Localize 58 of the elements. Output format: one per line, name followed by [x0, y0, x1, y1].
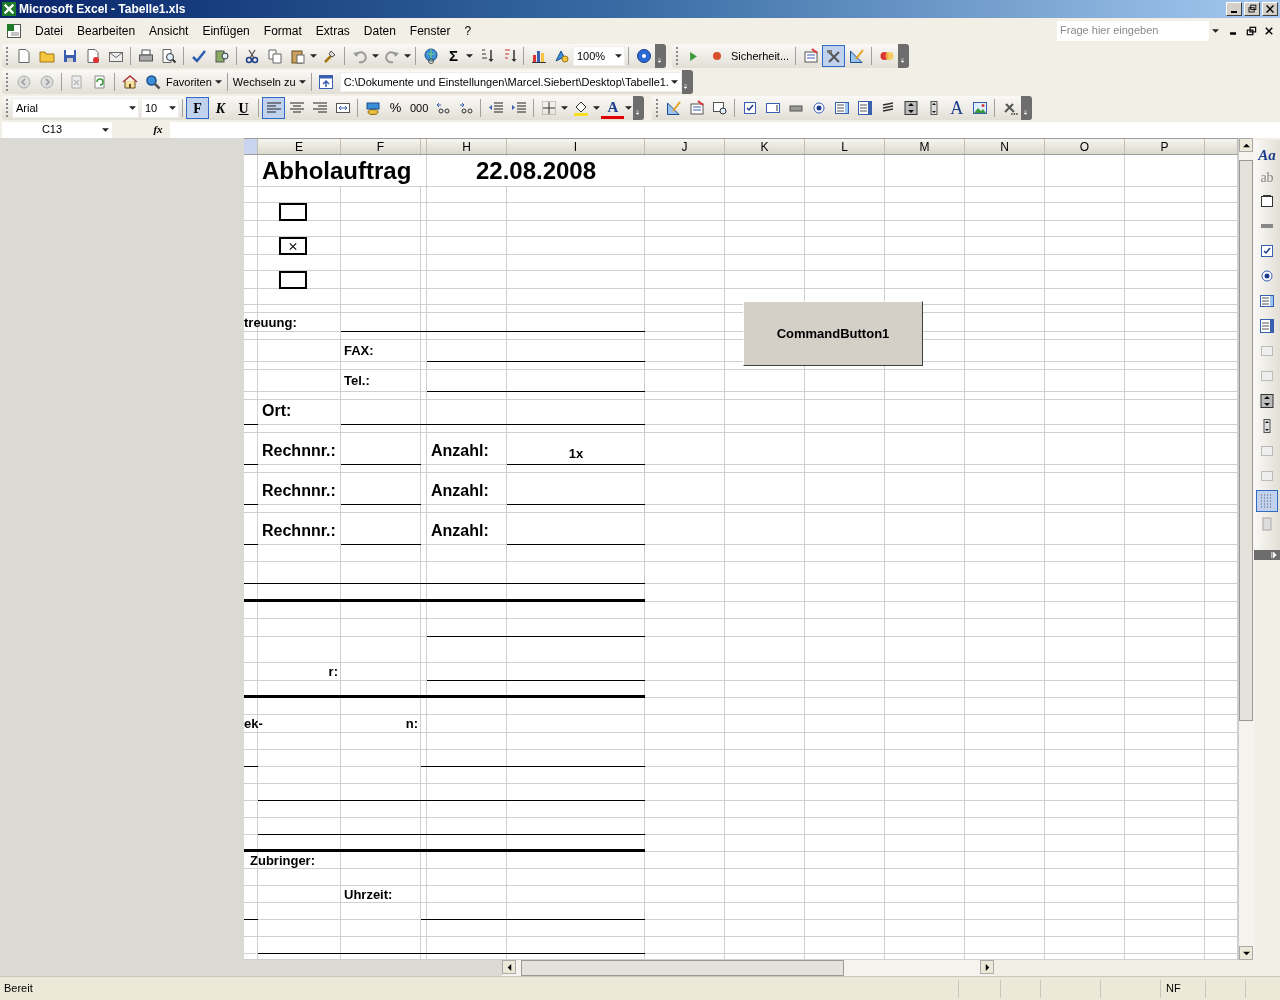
num-lock-indicator: NF	[1166, 981, 1181, 997]
zoom-combo[interactable]: 100%	[573, 46, 625, 66]
help-search-field[interactable]: Frage hier eingeben	[1057, 22, 1209, 39]
window-title: Microsoft Excel - Tabelle1.xls	[19, 1, 187, 18]
menu-item[interactable]: Fenster	[402, 20, 458, 41]
menu-item[interactable]: Datei	[28, 20, 70, 41]
menu-item[interactable]: Extras	[308, 20, 357, 41]
cell-label: Uhrzeit:	[343, 885, 394, 904]
cell-label: Tel.:	[343, 371, 371, 390]
address-combo[interactable]: C:\Dokumente und Einstellungen\Marcel.Siebert\Desktop\Tabelle1.	[339, 72, 682, 92]
menu-item[interactable]: ?	[457, 20, 479, 41]
cell-label: ek-	[244, 715, 264, 734]
italic-button[interactable]: K	[209, 97, 232, 119]
column-header[interactable]: L	[805, 139, 885, 154]
column-header[interactable]: O	[1045, 139, 1125, 154]
cell-label: Anzahl:	[430, 481, 490, 501]
bold-button[interactable]: F	[186, 97, 209, 119]
cell-label: Rechnnr.:	[261, 441, 337, 461]
cell-label: FAX:	[343, 341, 375, 360]
menu-item[interactable]: Ansicht	[142, 20, 196, 41]
cell-label: Rechnnr.:	[261, 481, 337, 501]
column-header[interactable]: M	[885, 139, 965, 154]
label-control-button[interactable]: A	[945, 97, 969, 119]
menu-item[interactable]: Format	[256, 20, 309, 41]
label-style-button[interactable]: Aa	[1258, 144, 1276, 164]
font-size-combo[interactable]: 10	[141, 98, 179, 118]
status-text: Bereit	[3, 981, 34, 997]
menu-item[interactable]: Bearbeiten	[70, 20, 143, 41]
insert-function-button[interactable]: fx	[150, 121, 166, 138]
switch-to-menu[interactable]: Wechseln zu	[230, 71, 308, 93]
column-header[interactable]: H	[427, 139, 507, 154]
column-header[interactable]: K	[725, 139, 805, 154]
thousands-button[interactable]: 000	[407, 97, 432, 119]
cell-label: n:	[404, 715, 419, 734]
underline-button[interactable]: U	[232, 97, 255, 119]
cell-label: Anzahl:	[430, 441, 490, 461]
autosum-button[interactable]: Σ	[442, 45, 465, 67]
menu-item[interactable]: Daten	[356, 20, 403, 41]
column-header[interactable]: F	[341, 139, 421, 154]
cell-label: 1x	[567, 444, 585, 463]
menu-item[interactable]: Einfügen	[195, 20, 257, 41]
favorites-menu[interactable]: Favoriten	[164, 71, 224, 93]
security-button[interactable]: Sicherheit...	[728, 45, 793, 67]
column-header[interactable]: E	[258, 139, 341, 154]
column-header[interactable]: N	[965, 139, 1045, 154]
command-button[interactable]: CommandButton1	[743, 301, 923, 366]
cell-label: r:	[327, 663, 339, 682]
font-combo[interactable]: Arial	[12, 98, 139, 118]
cell-label: Rechnnr.:	[261, 521, 337, 541]
cell-label: Zubringer:	[249, 851, 316, 870]
cell-label: treuung:	[244, 313, 298, 332]
cell-label: Ort:	[261, 401, 293, 421]
column-header[interactable]: I	[507, 139, 645, 154]
cell-label: Anzahl:	[430, 521, 490, 541]
column-header[interactable]: P	[1125, 139, 1205, 154]
name-box[interactable]: C13	[2, 121, 112, 138]
column-header[interactable]: J	[645, 139, 725, 154]
percent-button[interactable]: %	[384, 97, 407, 119]
